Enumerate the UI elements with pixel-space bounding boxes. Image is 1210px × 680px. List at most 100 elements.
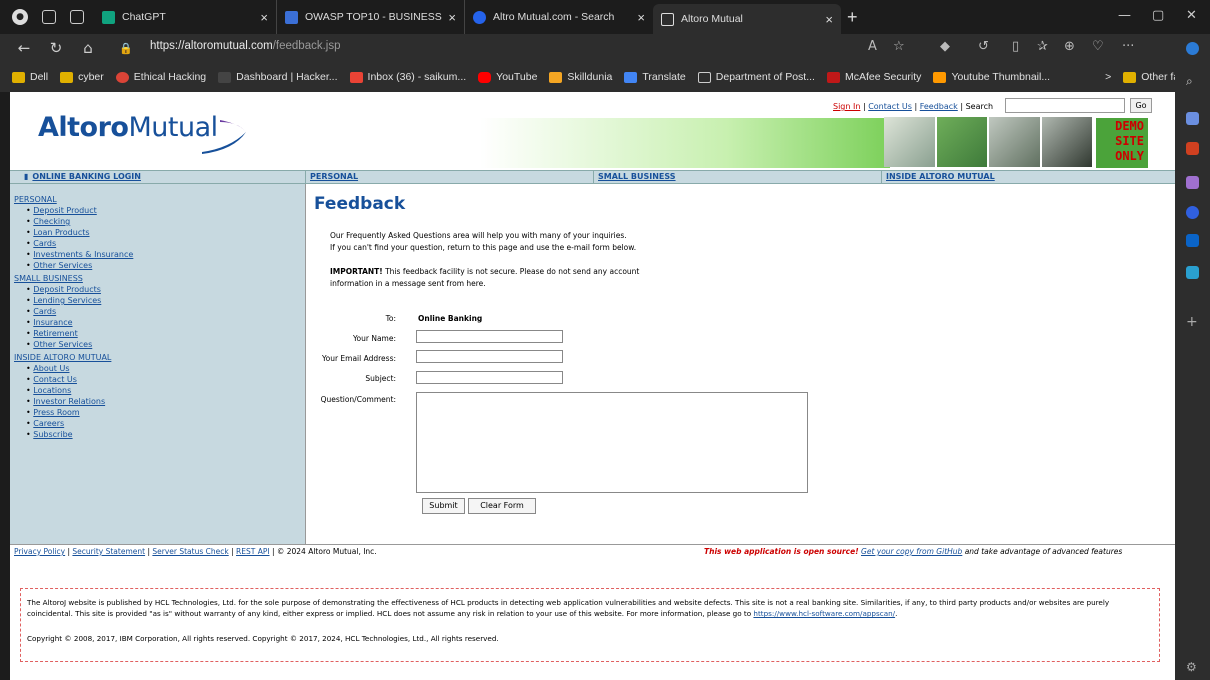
lock-icon[interactable]: 🔒 xyxy=(118,42,134,55)
profile-icon[interactable]: ● xyxy=(12,9,28,25)
sidebar-section-small-business[interactable]: SMALL BUSINESS xyxy=(14,273,305,284)
sidebar-item[interactable]: Press Room xyxy=(26,407,305,418)
tab-altoro-mutual[interactable]: Altoro Mutual × xyxy=(653,4,841,34)
tab-small-business[interactable]: SMALL BUSINESS xyxy=(594,171,882,183)
bookmark-mcafee[interactable]: McAfee Security xyxy=(826,71,921,83)
hcl-appscan-link[interactable]: https://www.hcl-software.com/appscan/ xyxy=(753,609,895,618)
home-icon[interactable]: ⌂ xyxy=(80,39,96,57)
favorite-star-icon[interactable]: ☆ xyxy=(893,39,905,54)
back-icon[interactable]: ← xyxy=(16,39,32,57)
tab-owasp[interactable]: OWASP TOP10 - BUSINESS IMPA × xyxy=(277,0,465,34)
tab-online-banking-login[interactable]: ▮ ONLINE BANKING LOGIN xyxy=(10,171,306,183)
tab-actions-icon[interactable] xyxy=(70,10,84,24)
workspaces-icon[interactable] xyxy=(42,10,56,24)
more-icon[interactable]: ··· xyxy=(1122,39,1134,54)
tab-search[interactable]: Altro Mutual.com - Search × xyxy=(465,0,653,34)
bookmark-dell[interactable]: Dell xyxy=(12,71,48,83)
bookmark-ethical-hacking[interactable]: Ethical Hacking xyxy=(115,71,206,83)
sidebar-item[interactable]: Investments & Insurance xyxy=(26,249,305,260)
bookmark-dashboard[interactable]: Dashboard | Hacker... xyxy=(218,71,338,83)
copilot-sidebar-icon[interactable] xyxy=(1186,42,1199,55)
email-input[interactable] xyxy=(416,350,563,363)
tab-chatgpt[interactable]: ChatGPT × xyxy=(94,0,277,34)
split-screen-icon[interactable]: ▯ xyxy=(1012,39,1019,54)
read-aloud-icon[interactable]: A xyxy=(868,39,877,54)
page-favicon-icon xyxy=(661,12,674,26)
sidebar-item[interactable]: Cards xyxy=(26,238,305,249)
altoro-logo[interactable]: AltoroMutual xyxy=(38,112,218,143)
refresh-icon[interactable]: ↻ xyxy=(48,39,64,57)
submit-button[interactable]: Submit xyxy=(422,498,465,514)
outlook-icon[interactable] xyxy=(1186,234,1199,247)
favorites-icon[interactable]: ✰ xyxy=(1037,39,1048,54)
bookmark-inbox[interactable]: Inbox (36) - saikum... xyxy=(349,71,466,83)
sidebar-item[interactable]: Lending Services xyxy=(26,295,305,306)
sidebar-item[interactable]: Retirement xyxy=(26,328,305,339)
sidebar-item[interactable]: Contact Us xyxy=(26,374,305,385)
url-field[interactable]: https://altoromutual.com/feedback.jsp xyxy=(150,40,341,52)
sidebar-item[interactable]: Investor Relations xyxy=(26,396,305,407)
rest-api-link[interactable]: REST API xyxy=(236,547,270,556)
tab-inside-altoro[interactable]: INSIDE ALTORO MUTUAL xyxy=(882,171,1175,183)
skilldunia-icon xyxy=(549,71,563,83)
bookmark-skilldunia[interactable]: Skilldunia xyxy=(549,71,612,83)
tab-personal[interactable]: PERSONAL xyxy=(306,171,594,183)
bookmark-youtube[interactable]: YouTube xyxy=(478,71,537,83)
gmail-icon xyxy=(349,71,363,83)
bookmark-department-of-post[interactable]: Department of Post... xyxy=(697,71,815,83)
feedback-link[interactable]: Feedback xyxy=(920,102,958,111)
subject-input[interactable] xyxy=(416,371,563,384)
sidebar-item[interactable]: Loan Products xyxy=(26,227,305,238)
bookmark-cyber[interactable]: cyber xyxy=(60,71,104,83)
close-window-icon[interactable]: ✕ xyxy=(1186,8,1197,23)
close-tab-icon[interactable]: × xyxy=(260,10,268,25)
close-tab-icon[interactable]: × xyxy=(448,10,456,25)
close-tab-icon[interactable]: × xyxy=(825,12,833,27)
browser-sidebar: ⌕ + ⚙ xyxy=(1175,34,1210,680)
bookmark-translate[interactable]: Translate xyxy=(624,71,686,83)
sidebar-item[interactable]: About Us xyxy=(26,363,305,374)
more-bookmarks-chevron[interactable]: > xyxy=(1105,71,1111,83)
sidebar-section-inside-altoro[interactable]: INSIDE ALTORO MUTUAL xyxy=(14,352,305,363)
search-icon[interactable]: ⌕ xyxy=(1186,74,1199,88)
toolbox-icon[interactable] xyxy=(1186,142,1199,155)
sidebar-item[interactable]: Locations xyxy=(26,385,305,396)
contact-us-link[interactable]: Contact Us xyxy=(868,102,912,111)
extension-icon[interactable]: ◆ xyxy=(940,39,950,54)
sidebar-item[interactable]: Deposit Product xyxy=(26,205,305,216)
name-input[interactable] xyxy=(416,330,563,343)
bookmark-youtube-thumbnail[interactable]: Youtube Thumbnail... xyxy=(933,71,1050,83)
important-label: IMPORTANT! xyxy=(330,267,383,276)
sidebar-item[interactable]: Other Services xyxy=(26,339,305,350)
refresh-extension-icon[interactable]: ↺ xyxy=(978,39,989,54)
server-status-link[interactable]: Server Status Check xyxy=(152,547,228,556)
restore-icon[interactable]: ▢ xyxy=(1152,8,1164,23)
settings-gear-icon[interactable]: ⚙ xyxy=(1186,660,1199,674)
go-button[interactable]: Go xyxy=(1130,98,1152,113)
people-icon[interactable] xyxy=(1186,176,1199,189)
sidebar-item[interactable]: Insurance xyxy=(26,317,305,328)
copilot-icon[interactable]: ♡ xyxy=(1092,39,1104,54)
games-icon[interactable] xyxy=(1186,206,1199,219)
sidebar-item[interactable]: Other Services xyxy=(26,260,305,271)
collections-icon[interactable]: ⊕ xyxy=(1064,39,1075,54)
add-sidebar-icon[interactable]: + xyxy=(1186,314,1199,330)
sidebar-section-personal[interactable]: PERSONAL xyxy=(14,194,305,205)
sign-in-link[interactable]: Sign In xyxy=(833,102,860,111)
clear-form-button[interactable]: Clear Form xyxy=(468,498,536,514)
security-statement-link[interactable]: Security Statement xyxy=(72,547,145,556)
site-search-input[interactable] xyxy=(1005,98,1125,113)
telegram-icon[interactable] xyxy=(1186,266,1199,279)
comment-textarea[interactable] xyxy=(416,392,808,493)
github-link[interactable]: Get your copy from GitHub xyxy=(861,547,962,556)
sidebar-item[interactable]: Deposit Products xyxy=(26,284,305,295)
tag-icon[interactable] xyxy=(1186,112,1199,125)
sidebar-item[interactable]: Subscribe xyxy=(26,429,305,440)
privacy-policy-link[interactable]: Privacy Policy xyxy=(14,547,65,556)
sidebar-item[interactable]: Careers xyxy=(26,418,305,429)
new-tab-button[interactable]: + xyxy=(841,0,864,34)
minimize-icon[interactable]: — xyxy=(1118,8,1131,23)
close-tab-icon[interactable]: × xyxy=(637,10,645,25)
sidebar-item[interactable]: Cards xyxy=(26,306,305,317)
sidebar-item[interactable]: Checking xyxy=(26,216,305,227)
